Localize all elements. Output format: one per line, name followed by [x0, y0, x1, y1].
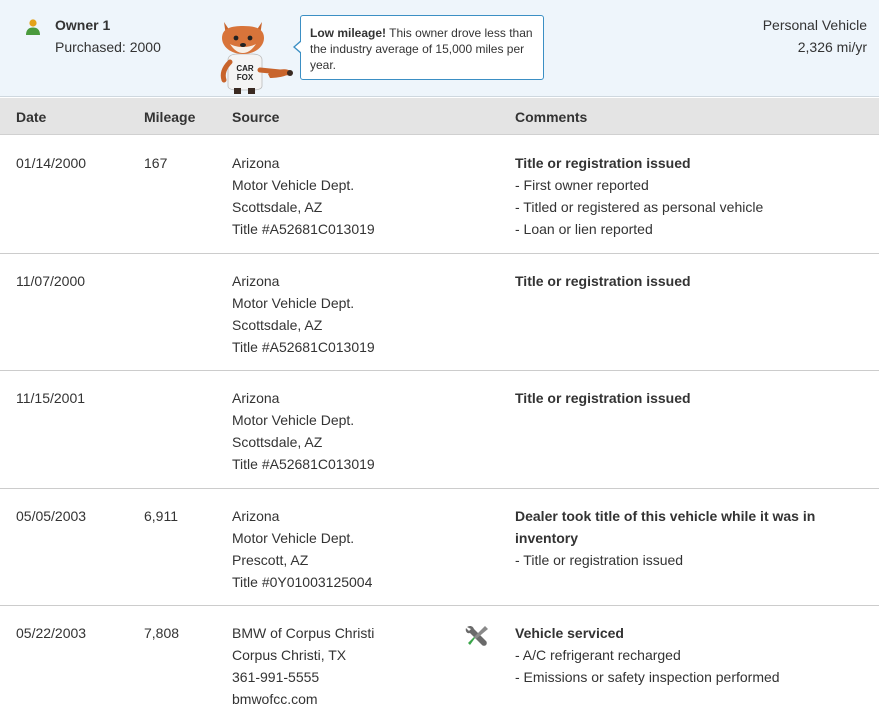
row-date: 01/14/2000 — [16, 155, 87, 171]
carfox-mascot: CAR FOX — [220, 22, 293, 94]
source-line: Title #A52681C013019 — [232, 221, 375, 237]
source-line: Corpus Christi, TX — [232, 647, 347, 663]
person-icon — [26, 19, 40, 35]
row-comments: Title or registration issued — [515, 387, 845, 409]
source-line: Motor Vehicle Dept. — [232, 530, 355, 546]
mascot-shirt-text-fox: FOX — [237, 73, 254, 82]
comment-item: - Titled or registered as personal vehic… — [515, 199, 764, 215]
source-line: Arizona — [232, 155, 280, 171]
table-row: 01/14/2000 167 Arizona Motor Vehicle Dep… — [0, 136, 879, 254]
source-line: Title #A52681C013019 — [232, 456, 375, 472]
mascot-shirt-text-car: CAR — [236, 64, 254, 73]
service-tools-icon — [465, 625, 488, 646]
comment-title: Title or registration issued — [515, 390, 691, 406]
row-source: Arizona Motor Vehicle Dept. Scottsdale, … — [232, 152, 375, 240]
vehicle-use-type: Personal Vehicle — [762, 17, 867, 33]
source-website-link[interactable]: bmwofcc.com — [232, 688, 374, 710]
source-line: Motor Vehicle Dept. — [232, 295, 355, 311]
row-mileage: 167 — [144, 155, 168, 171]
source-line: Title #A52681C013019 — [232, 339, 375, 355]
row-source: Arizona Motor Vehicle Dept. Scottsdale, … — [232, 270, 375, 358]
comment-item: - First owner reported — [515, 177, 649, 193]
comment-item: - Loan or lien reported — [515, 221, 653, 237]
comment-title: Vehicle serviced — [515, 625, 624, 641]
annual-mileage-rate: 2,326 mi/yr — [797, 39, 867, 55]
row-comments: Title or registration issued - First own… — [515, 152, 845, 240]
source-line: Arizona — [232, 273, 280, 289]
row-date: 05/05/2003 — [16, 508, 87, 524]
source-line: Title #0Y01003125004 — [232, 574, 373, 590]
source-line: Scottsdale, AZ — [232, 317, 323, 333]
table-row: 05/22/2003 7,808 BMW of Corpus Christi C… — [0, 606, 879, 720]
column-header-source: Source — [232, 109, 280, 125]
owner-summary-header: Owner 1 Purchased: 2000 CAR FOX Low mile… — [0, 0, 879, 97]
comment-title: Title or registration issued — [515, 273, 691, 289]
history-table-header: Date Mileage Source Comments — [0, 98, 879, 135]
source-line: Motor Vehicle Dept. — [232, 177, 355, 193]
row-mileage: 7,808 — [144, 625, 180, 641]
low-mileage-callout: Low mileage! This owner drove less than … — [293, 15, 544, 80]
table-row: 11/07/2000 Arizona Motor Vehicle Dept. S… — [0, 254, 879, 371]
table-row: 11/15/2001 Arizona Motor Vehicle Dept. S… — [0, 371, 879, 489]
row-date: 11/15/2001 — [16, 390, 86, 406]
column-header-date: Date — [16, 109, 47, 125]
row-comments: Dealer took title of this vehicle while … — [515, 505, 825, 571]
column-header-comments: Comments — [515, 109, 588, 125]
row-source: Arizona Motor Vehicle Dept. Prescott, AZ… — [232, 505, 372, 593]
source-line: BMW of Corpus Christi — [232, 625, 375, 641]
comment-item: - Emissions or safety inspection perform… — [515, 669, 780, 685]
comment-title: Dealer took title of this vehicle while … — [515, 508, 816, 546]
row-mileage: 6,911 — [144, 508, 178, 524]
table-row: 05/05/2003 6,911 Arizona Motor Vehicle D… — [0, 489, 879, 606]
source-line: Arizona — [232, 508, 280, 524]
source-line: 361-991-5555 — [232, 669, 320, 685]
callout-highlight: Low mileage! — [310, 26, 387, 40]
row-comments: Title or registration issued — [515, 270, 845, 292]
row-source: BMW of Corpus Christi Corpus Christi, TX… — [232, 622, 374, 710]
owner-purchased-year: Purchased: 2000 — [55, 39, 161, 55]
column-header-mileage: Mileage — [144, 109, 196, 125]
source-line: Prescott, AZ — [232, 552, 309, 568]
row-source: Arizona Motor Vehicle Dept. Scottsdale, … — [232, 387, 375, 475]
owner-name: Owner 1 — [55, 17, 111, 33]
source-line: Arizona — [232, 390, 280, 406]
source-line: Scottsdale, AZ — [232, 434, 323, 450]
row-date: 05/22/2003 — [16, 625, 87, 641]
comment-item: - A/C refrigerant recharged — [515, 647, 681, 663]
comment-item: - Title or registration issued — [515, 552, 684, 568]
source-line: Scottsdale, AZ — [232, 199, 323, 215]
source-line: Motor Vehicle Dept. — [232, 412, 355, 428]
comment-title: Title or registration issued — [515, 155, 691, 171]
row-comments: Vehicle serviced - A/C refrigerant recha… — [515, 622, 845, 688]
row-date: 11/07/2000 — [16, 273, 86, 289]
